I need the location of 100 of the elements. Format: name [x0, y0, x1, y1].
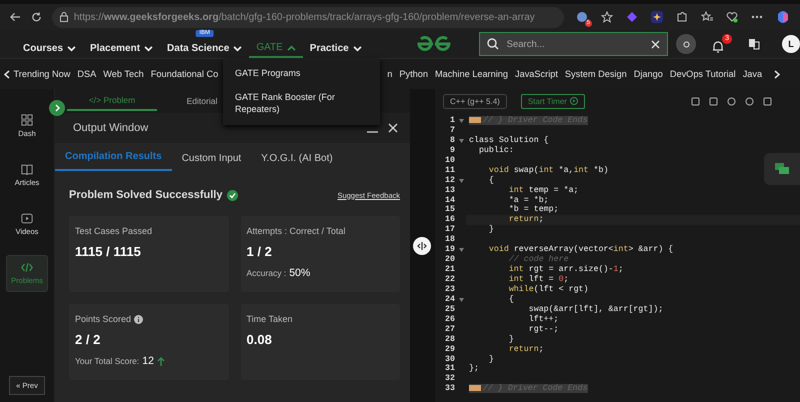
output-tab[interactable]: Y.O.G.I. (AI Bot)	[251, 153, 343, 171]
output-window-title: Output Window	[73, 122, 150, 134]
line-number: 13	[444, 186, 456, 196]
split-icon	[417, 242, 427, 250]
info-icon[interactable]	[134, 314, 144, 324]
stat-label: Points Scored	[75, 314, 132, 324]
line-number: 27	[444, 324, 456, 335]
nav-menu-item[interactable]: Data Science	[160, 39, 250, 58]
fold-toggle-icon[interactable]	[458, 248, 464, 252]
code-line: int lft = 0;	[508, 275, 569, 284]
close-icon[interactable]	[651, 40, 660, 48]
code-line: }	[488, 354, 494, 364]
stat-note-value: 12	[142, 355, 154, 367]
category-link[interactable]: JavaScript	[512, 69, 562, 79]
category-link[interactable]: Foundational Co	[147, 69, 222, 79]
heart-icon[interactable]	[726, 11, 738, 23]
line-number: 7	[449, 126, 456, 136]
line-number: 18	[444, 235, 456, 246]
line-number: 21	[444, 265, 456, 275]
code-line: }	[508, 334, 514, 344]
line-number: 8	[449, 136, 456, 146]
problem-tab[interactable]: </> Problem	[67, 91, 157, 111]
more-icon[interactable]	[750, 15, 763, 19]
reload-icon[interactable]	[30, 11, 42, 23]
address-bar[interactable]: https://www.geeksforgeeks.org/batch/gfg-160-problems/track/arrays-gfg-160/problem/reverse-an-array	[52, 6, 564, 28]
extension-icon	[576, 11, 588, 23]
line-number: 31	[444, 364, 456, 374]
caret-down-icon	[233, 46, 242, 52]
code-line: *b = temp;	[508, 205, 559, 214]
diamond-icon[interactable]	[626, 11, 638, 23]
line-number: 9	[449, 146, 456, 156]
fold-toggle-icon[interactable]	[458, 178, 464, 183]
star-icon[interactable]	[600, 11, 613, 23]
line-number: 12	[444, 176, 456, 186]
logo-icon[interactable]	[416, 36, 451, 52]
stat-label: Time Taken	[246, 314, 293, 324]
line-number: 20	[444, 255, 456, 266]
folded-marker[interactable]	[469, 116, 481, 123]
start-timer-button[interactable]: Start Timer	[520, 94, 585, 108]
line-number: 10	[444, 156, 456, 166]
fold-toggle-icon[interactable]	[458, 298, 464, 302]
user-avatar[interactable]: L	[782, 35, 800, 53]
code-line: // code here	[508, 255, 569, 264]
line-number: 33	[444, 384, 456, 394]
line-number: 23	[444, 284, 456, 295]
line-number: 25	[444, 304, 456, 315]
code-line: void swap(int *a,int *b)	[488, 166, 608, 175]
category-link[interactable]: DevOps Tutorial	[666, 69, 740, 79]
category-link[interactable]: DSA	[74, 69, 100, 79]
folded-marker[interactable]	[469, 385, 481, 392]
stat-value: 1115 / 1115	[75, 244, 142, 259]
translate-icon[interactable]	[748, 38, 760, 50]
stat-value: 0.08	[246, 332, 273, 347]
chat-button[interactable]	[764, 153, 800, 185]
category-link[interactable]: Trending Now	[10, 69, 74, 79]
category-link[interactable]: Web Tech	[100, 69, 148, 79]
code-line: swap(&arr[lft], &arr[rgt]);	[528, 304, 664, 314]
line-number: 30	[444, 354, 456, 364]
play-icon	[21, 213, 33, 224]
code-line: public:	[478, 146, 514, 155]
stat-label: Test Cases Passed	[75, 226, 152, 236]
category-link[interactable]: Django	[630, 69, 666, 79]
caret-up-icon	[286, 44, 296, 50]
line-number: 26	[444, 314, 456, 325]
sparkle-icon[interactable]	[650, 11, 663, 23]
code-line: int temp = *a;	[508, 186, 579, 195]
search-bar[interactable]: Search...	[478, 32, 668, 56]
dropdown-item[interactable]: GATE Programs	[223, 62, 380, 86]
nav-menu-item[interactable]: Placement	[83, 39, 160, 58]
check-icon	[227, 190, 238, 200]
fold-toggle-icon[interactable]	[458, 138, 464, 143]
code-line: while(lft < rgt)	[508, 284, 589, 294]
theme-toggle[interactable]	[676, 34, 696, 54]
category-link[interactable]: n	[384, 69, 396, 79]
code-line: rgt--;	[528, 324, 559, 334]
fold-toggle-icon[interactable]	[458, 118, 464, 123]
resize-handle[interactable]	[413, 237, 431, 255]
scroll-left-icon[interactable]	[4, 70, 10, 78]
line-number: 28	[444, 334, 456, 345]
search-field[interactable]: Search...	[504, 38, 646, 50]
dropdown-item[interactable]: GATE Rank Booster (For Repeaters)	[223, 86, 380, 122]
scroll-right-icon[interactable]	[774, 70, 780, 78]
category-link[interactable]: System Design	[561, 69, 630, 79]
language-select[interactable]: C++ (g++ 5.4)	[443, 94, 507, 108]
copilot-icon[interactable]	[776, 10, 790, 24]
output-tab[interactable]: Custom Input	[172, 153, 252, 171]
line-number: 1	[449, 116, 456, 126]
favorites-icon[interactable]	[700, 11, 713, 23]
back-icon[interactable]	[10, 12, 21, 22]
url-text: https://www.geeksforgeeks.org/batch/gfg-160-problems/track/arrays-gfg-160/problem/reverse-an-array	[74, 12, 535, 22]
stat-value: 2 / 2	[75, 332, 102, 347]
stat-note-label: Your Total Score:	[75, 356, 140, 366]
status-message: Problem Solved Successfully	[69, 189, 222, 201]
category-link[interactable]: Machine Learning	[431, 69, 512, 79]
code-line: lft++;	[528, 314, 559, 324]
close-icon[interactable]	[388, 123, 398, 133]
category-link[interactable]: Java	[739, 69, 766, 79]
category-link[interactable]: Python	[396, 69, 432, 79]
nav-menu-item[interactable]: Practice	[302, 39, 369, 58]
nav-menu-item[interactable]: Courses	[16, 39, 84, 58]
